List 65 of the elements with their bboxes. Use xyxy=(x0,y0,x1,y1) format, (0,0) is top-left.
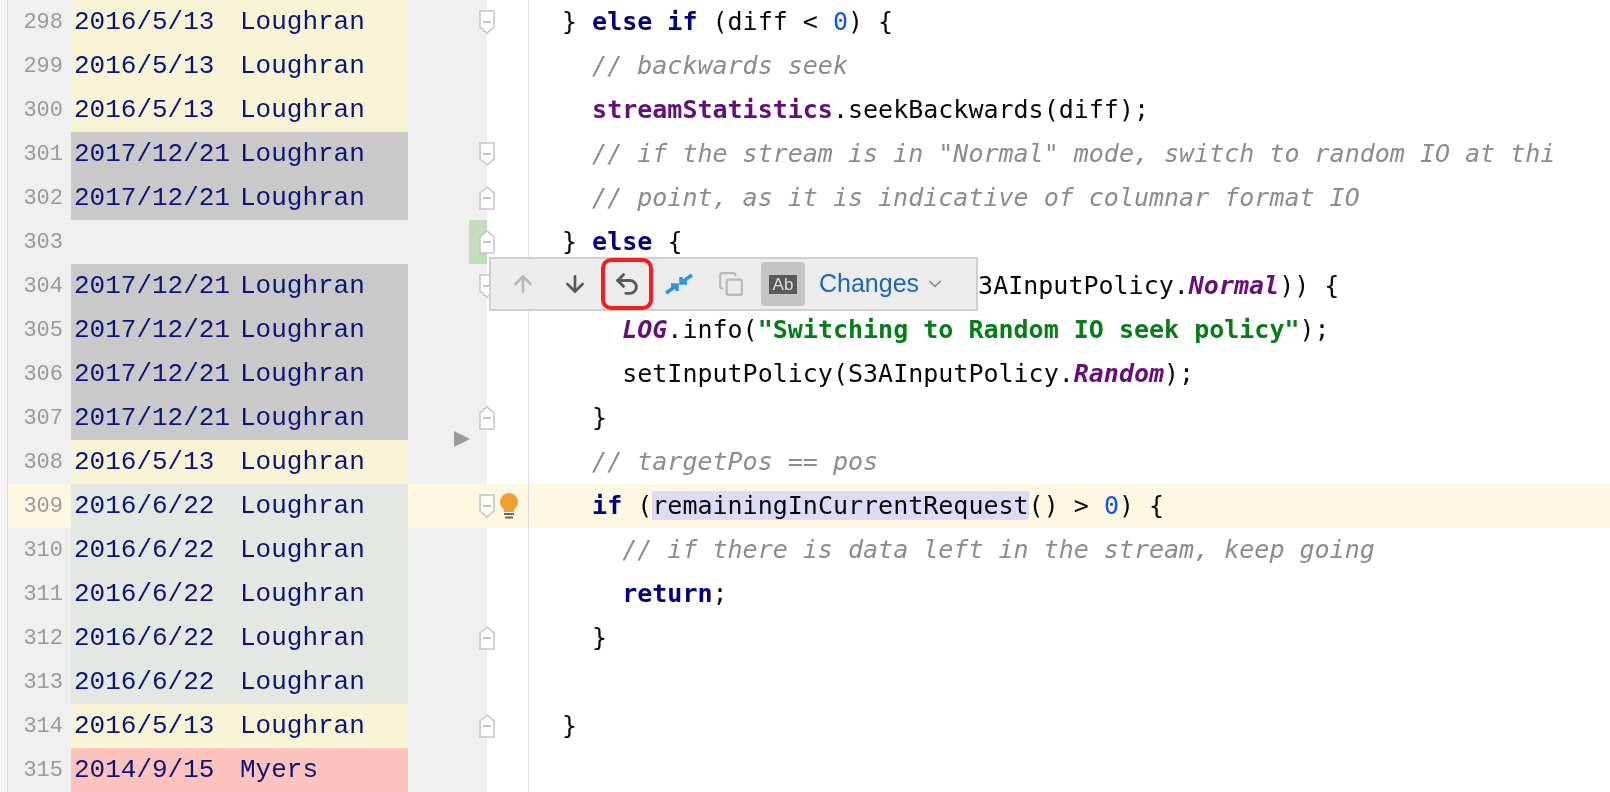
lightbulb-icon[interactable] xyxy=(498,492,520,520)
line-number: 299 xyxy=(22,52,64,81)
code-line: } xyxy=(562,710,578,743)
line-number: 301 xyxy=(22,140,64,169)
fold-start-icon[interactable] xyxy=(479,10,495,34)
copy-icon xyxy=(718,271,744,297)
code-line: } else { xyxy=(562,226,683,259)
line-number: 304 xyxy=(22,272,64,301)
code-line: // targetPos == pos xyxy=(592,446,879,479)
line-number: 298 xyxy=(22,8,64,37)
code-line: // if the stream is in "Normal" mode, switch to random IO at thi xyxy=(592,138,1556,171)
blame-annotation[interactable]: 2017/12/21 Loughran xyxy=(71,264,408,308)
line-number: 305 xyxy=(22,316,64,345)
blame-annotation[interactable]: 2017/12/21 Loughran xyxy=(71,132,408,176)
code-line: } xyxy=(592,402,608,435)
fold-start-icon[interactable] xyxy=(479,494,495,518)
code-line: setInputPolicy(S3AInputPolicy.Random); xyxy=(622,358,1195,391)
line-number: 314 xyxy=(22,712,64,741)
code-line: // point, as it is indicative of columnar format IO xyxy=(592,182,1360,215)
fold-start-icon[interactable] xyxy=(479,142,495,166)
code-line: LOG.info("Switching to Random IO seek policy"); xyxy=(622,314,1330,347)
blame-annotation[interactable]: 2016/6/22 Loughran xyxy=(71,484,408,528)
blame-annotation[interactable]: 2014/9/15 Myers xyxy=(71,748,408,792)
line-number: 312 xyxy=(22,624,64,653)
fold-end-icon[interactable] xyxy=(479,626,495,650)
line-number: 309 xyxy=(8,484,71,528)
line-number: 313 xyxy=(22,668,64,697)
line-number: 300 xyxy=(22,96,64,125)
blame-annotation[interactable]: 2016/6/22 Loughran xyxy=(71,660,408,704)
blame-annotation[interactable]: 2016/5/13 Loughran xyxy=(71,704,408,748)
changes-dropdown[interactable]: Changes xyxy=(819,265,946,303)
blame-annotation[interactable]: 2017/12/21 Loughran xyxy=(71,176,408,220)
undo-icon xyxy=(613,270,641,298)
deletion-marker-icon[interactable] xyxy=(453,430,471,448)
line-number: 307 xyxy=(22,404,64,433)
fold-end-icon[interactable] xyxy=(479,406,495,430)
line-number: 315 xyxy=(22,756,64,785)
code-line: if (remainingInCurrentRequest() > 0) { xyxy=(592,490,1165,523)
line-number: 302 xyxy=(22,184,64,213)
line-number: 308 xyxy=(22,448,64,477)
line-number: 306 xyxy=(22,360,64,389)
code-line: return; xyxy=(622,578,728,611)
blame-annotation[interactable]: 2016/5/13 Loughran xyxy=(71,440,408,484)
line-number: 311 xyxy=(22,580,64,609)
line-number: 303 xyxy=(22,228,64,257)
blame-annotation[interactable]: 2017/12/21 Loughran xyxy=(71,396,408,440)
line-number: 310 xyxy=(22,536,64,565)
blame-annotation[interactable]: 2016/5/13 Loughran xyxy=(71,88,408,132)
blame-annotation[interactable]: 2017/12/21 Loughran xyxy=(71,352,408,396)
code-line: } xyxy=(592,622,608,655)
toggle-button[interactable]: Ab xyxy=(761,262,805,306)
blame-annotation[interactable]: 2017/12/21 Loughran xyxy=(71,308,408,352)
code-line: // if there is data left in the stream, keep going xyxy=(622,534,1375,567)
code-line: } else if (diff < 0) { xyxy=(562,6,894,39)
blame-annotation[interactable]: 2016/5/13 Loughran xyxy=(71,0,408,44)
fold-end-icon[interactable] xyxy=(479,230,495,254)
code-line: streamStatistics.seekBackwards(diff); xyxy=(592,94,1149,127)
fold-end-icon[interactable] xyxy=(479,186,495,210)
blame-annotation[interactable]: 2016/6/22 Loughran xyxy=(71,616,408,660)
code-line: 3AInputPolicy.Normal)) { xyxy=(978,270,1340,303)
blame-annotation[interactable]: 2016/5/13 Loughran xyxy=(71,44,408,88)
blame-annotation[interactable]: 2016/6/22 Loughran xyxy=(71,528,408,572)
blame-annotation[interactable]: 2016/6/22 Loughran xyxy=(71,572,408,616)
code-line: // backwards seek xyxy=(592,50,848,83)
fold-end-icon[interactable] xyxy=(479,714,495,738)
